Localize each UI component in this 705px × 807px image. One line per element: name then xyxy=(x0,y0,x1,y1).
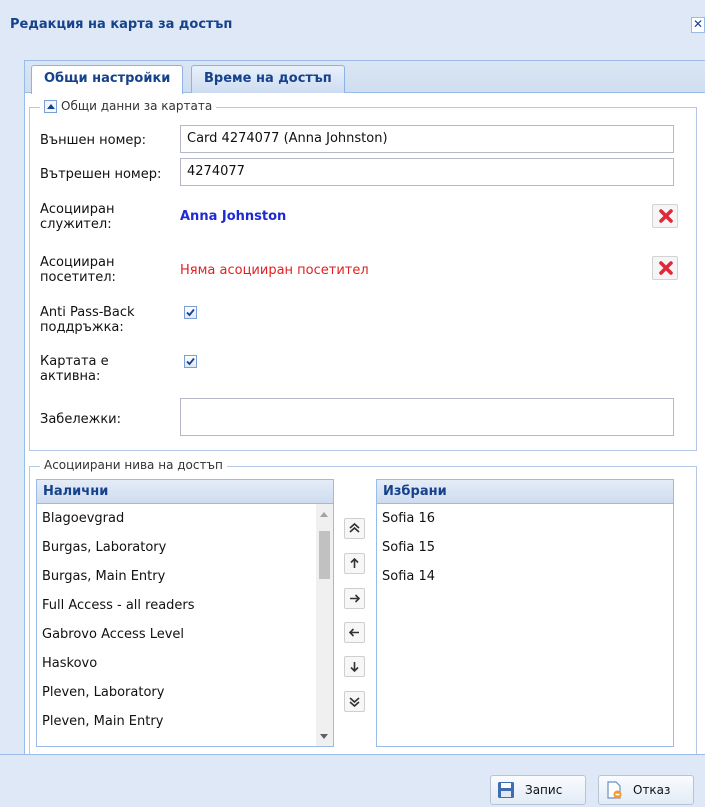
available-header: Налични xyxy=(37,480,333,504)
check-icon xyxy=(186,357,195,366)
add-selected-button[interactable] xyxy=(344,588,365,609)
move-top-button[interactable] xyxy=(344,518,365,539)
internal-number-input[interactable]: 4274077 xyxy=(180,158,674,186)
antipassback-label: Anti Pass-Back поддръжка: xyxy=(40,305,135,335)
available-scrollbar[interactable] xyxy=(316,504,333,746)
visitor-value: Няма асоцииран посетител xyxy=(180,263,369,278)
list-item[interactable]: Burgas, Main Entry xyxy=(37,562,333,591)
notes-textarea[interactable] xyxy=(180,398,674,436)
available-levels-list[interactable]: Налични Blagoevgrad Burgas, Laboratory B… xyxy=(36,479,334,747)
move-up-button[interactable] xyxy=(344,553,365,574)
card-active-label-line1: Картата е xyxy=(40,354,109,369)
scroll-thumb[interactable] xyxy=(319,531,330,579)
arrow-up-icon xyxy=(350,557,359,568)
notes-label: Забележки: xyxy=(40,412,122,427)
available-items: Blagoevgrad Burgas, Laboratory Burgas, M… xyxy=(37,504,333,736)
tab-general-settings[interactable]: Общи настройки xyxy=(31,65,184,94)
list-item[interactable]: Haskovo xyxy=(37,649,333,678)
employee-value[interactable]: Anna Johnston xyxy=(180,209,286,224)
access-levels-fieldset: Асоциирани нива на достъп Налични Blagoe… xyxy=(29,458,697,758)
visitor-label-line2: посетител: xyxy=(40,270,116,285)
list-item[interactable]: Gabrovo Access Level xyxy=(37,620,333,649)
list-item[interactable]: Full Access - all readers xyxy=(37,591,333,620)
scroll-down-icon[interactable] xyxy=(320,734,328,739)
save-button-label: Запис xyxy=(525,783,563,797)
visitor-label-line1: Асоцииран xyxy=(40,255,115,270)
remove-visitor-button[interactable] xyxy=(652,256,678,280)
card-active-checkbox[interactable] xyxy=(184,355,197,368)
dialog-footer: Запис Отказ xyxy=(0,754,705,807)
card-data-fieldset: Общи данни за картата Външен номер: Card… xyxy=(29,99,697,451)
delete-x-icon xyxy=(659,261,673,275)
antipassback-label-line2: поддръжка: xyxy=(40,320,124,335)
remove-employee-button[interactable] xyxy=(652,204,678,228)
employee-label-line1: Асоцииран xyxy=(40,202,115,217)
selected-header: Избрани xyxy=(377,480,673,504)
selected-levels-list[interactable]: Избрани Sofia 16 Sofia 15 Sofia 14 xyxy=(376,479,674,747)
list-item[interactable]: Pleven, Laboratory xyxy=(37,678,333,707)
internal-number-label: Вътрешен номер: xyxy=(40,167,162,182)
collapse-up-icon[interactable] xyxy=(44,99,57,113)
antipassback-checkbox[interactable] xyxy=(184,306,197,319)
dialog-title: Редакция на карта за достъп xyxy=(10,17,233,32)
list-item[interactable]: Burgas, Laboratory xyxy=(37,533,333,562)
card-data-legend: Общи данни за картата xyxy=(40,99,217,113)
tab-access-time[interactable]: Време на достъп xyxy=(191,65,345,93)
dialog-body: Общи настройки Време на достъп Общи данн… xyxy=(10,42,705,772)
move-down-button[interactable] xyxy=(344,656,365,677)
cancel-button-label: Отказ xyxy=(633,783,671,797)
close-icon[interactable]: ✕ xyxy=(691,17,705,33)
antipassback-label-line1: Anti Pass-Back xyxy=(40,305,135,320)
list-item[interactable]: Sofia 15 xyxy=(377,533,673,562)
move-bottom-button[interactable] xyxy=(344,691,365,712)
scroll-up-icon[interactable] xyxy=(320,512,328,517)
double-arrow-down-icon xyxy=(349,697,360,708)
floppy-disk-icon xyxy=(498,782,514,798)
save-button[interactable]: Запис xyxy=(490,775,586,805)
check-icon xyxy=(186,308,195,317)
card-active-label-line2: активна: xyxy=(40,369,101,384)
list-item[interactable]: Blagoevgrad xyxy=(37,504,333,533)
cancel-document-icon xyxy=(607,781,622,799)
delete-x-icon xyxy=(659,209,673,223)
card-data-legend-text: Общи данни за картата xyxy=(61,99,213,113)
card-active-label: Картата е активна: xyxy=(40,354,109,384)
external-number-input[interactable]: Card 4274077 (Anna Johnston) xyxy=(180,125,674,153)
employee-label: Асоцииран служител: xyxy=(40,202,114,232)
list-item[interactable]: Pleven, Main Entry xyxy=(37,707,333,736)
arrow-down-icon xyxy=(350,662,359,673)
visitor-label: Асоцииран посетител: xyxy=(40,255,116,285)
arrow-right-icon xyxy=(350,594,361,603)
arrow-left-icon xyxy=(348,628,359,637)
dialog-window: Редакция на карта за достъп ✕ Общи настр… xyxy=(0,0,705,807)
dialog-titlebar[interactable]: Редакция на карта за достъп ✕ xyxy=(0,10,705,42)
list-item[interactable]: Sofia 14 xyxy=(377,562,673,591)
list-item[interactable]: Sofia 16 xyxy=(377,504,673,533)
remove-selected-button[interactable] xyxy=(344,622,365,643)
external-number-label: Външен номер: xyxy=(40,133,147,148)
double-arrow-up-icon xyxy=(349,522,360,533)
access-levels-legend-text: Асоциирани нива на достъп xyxy=(44,458,223,472)
tab-panel: Общи настройки Време на достъп Общи данн… xyxy=(24,60,705,772)
employee-label-line2: служител: xyxy=(40,217,112,232)
access-levels-legend: Асоциирани нива на достъп xyxy=(40,458,227,472)
cancel-button[interactable]: Отказ xyxy=(598,775,694,805)
tab-strip: Общи настройки Време на достъп xyxy=(25,61,705,94)
